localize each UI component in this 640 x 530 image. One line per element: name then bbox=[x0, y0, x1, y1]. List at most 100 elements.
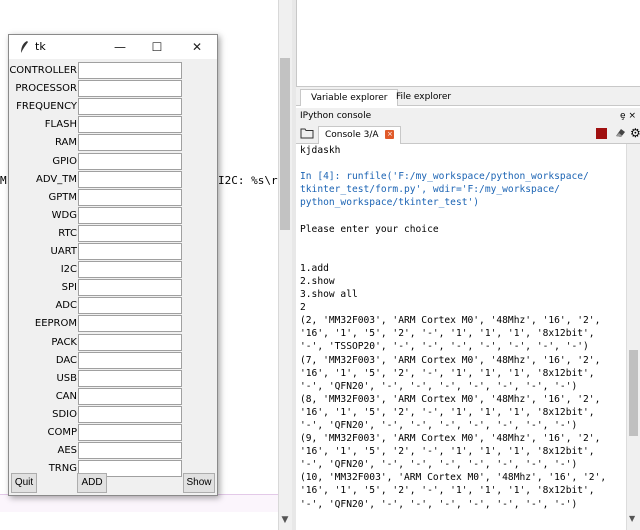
quit-button[interactable]: Quit bbox=[11, 473, 37, 493]
field-input-pack[interactable] bbox=[78, 333, 182, 351]
form-row-adv-tm: ADV_TM bbox=[9, 170, 217, 189]
field-input-dac[interactable] bbox=[78, 351, 182, 369]
tab-variable-explorer[interactable]: Variable explorer bbox=[300, 89, 399, 106]
tk-titlebar[interactable]: tk — ☐ ✕ bbox=[9, 35, 217, 59]
field-label-ram: RAM bbox=[54, 137, 77, 149]
field-label-uart: UART bbox=[50, 246, 78, 257]
field-input-flash[interactable] bbox=[78, 116, 182, 134]
field-input-gptm[interactable] bbox=[78, 188, 182, 206]
field-input-frequency[interactable] bbox=[78, 98, 182, 116]
field-input-adv-tm[interactable] bbox=[78, 170, 182, 188]
minimize-icon[interactable]: — bbox=[110, 38, 130, 56]
field-input-rtc[interactable] bbox=[78, 224, 182, 242]
editor-scrollbar-thumb[interactable] bbox=[280, 58, 290, 230]
field-label-gptm: GPTM bbox=[48, 191, 77, 203]
console-line: '-', 'QFN20', '-', '-', '-', '-', '-', '… bbox=[300, 419, 578, 431]
form-row-rtc: RTC bbox=[9, 224, 217, 243]
console-line: (8, 'MM32F003', 'ARM Cortex M0', '48Mhz'… bbox=[300, 393, 601, 405]
console-line: tkinter_test/form.py', wdir='F:/my_works… bbox=[300, 184, 560, 196]
console-tab-label: Console 3/A bbox=[325, 130, 379, 140]
folder-icon[interactable] bbox=[300, 127, 314, 139]
console-line: '-', 'QFN20', '-', '-', '-', '-', '-', '… bbox=[300, 380, 578, 392]
undock-close-icon[interactable]: ȩ × bbox=[620, 108, 636, 124]
field-label-comp: COMP bbox=[47, 427, 77, 438]
add-button[interactable]: ADD bbox=[77, 473, 107, 493]
field-label-gpio: GPIO bbox=[52, 155, 77, 167]
console-line: Please enter your choice bbox=[300, 223, 439, 235]
close-icon[interactable]: ✕ bbox=[187, 38, 207, 56]
console-line: python_workspace/tkinter_test') bbox=[300, 197, 480, 209]
tk-window: tk — ☐ ✕ CONTROLLER PROCESSOR FREQUENCY FLA… bbox=[8, 34, 218, 496]
show-button[interactable]: Show bbox=[183, 473, 215, 493]
field-input-gpio[interactable] bbox=[78, 152, 182, 170]
form-row-ram: RAM bbox=[9, 134, 217, 152]
field-label-dac: DAC bbox=[55, 354, 77, 366]
field-label-trng: TRNG bbox=[48, 463, 77, 475]
field-label-spi: SPI bbox=[61, 282, 77, 294]
field-label-rtc: RTC bbox=[58, 227, 77, 239]
close-icon[interactable]: × bbox=[385, 130, 395, 139]
field-input-spi[interactable] bbox=[78, 279, 182, 297]
explorer-tab-bar: Variable explorer File explorer bbox=[296, 86, 640, 106]
form-row-frequency: FREQUENCY bbox=[9, 98, 217, 116]
form-row-flash: FLASH bbox=[9, 116, 217, 134]
field-label-pack: PACK bbox=[51, 336, 77, 348]
form-row-controller: CONTROLLER bbox=[9, 62, 217, 80]
console-line: '-', 'QFN20', '-', '-', '-', '-', '-', '… bbox=[300, 498, 578, 510]
field-input-ram[interactable] bbox=[78, 134, 182, 152]
field-input-can[interactable] bbox=[78, 387, 182, 405]
field-label-aes: AES bbox=[57, 445, 77, 457]
editor-code-fragment: I2C: %s\r bbox=[218, 174, 278, 187]
feather-icon bbox=[21, 41, 28, 53]
console-line: In [4]: runfile('F:/my_workspace/python_… bbox=[300, 171, 589, 183]
form-row-aes: AES bbox=[9, 442, 217, 460]
field-label-can: CAN bbox=[55, 390, 77, 402]
console-line: '-', 'TSSOP20', '-', '-', '-', '-', '-',… bbox=[300, 341, 589, 353]
console-line: 3.show all bbox=[300, 289, 358, 301]
field-label-adv-tm: ADV_TM bbox=[36, 173, 77, 185]
console-line: '16', '1', '5', '2', '-', '1', '1', '1',… bbox=[300, 446, 595, 458]
field-label-processor: PROCESSOR bbox=[15, 83, 77, 95]
tab-console-3a[interactable]: Console 3/A × bbox=[318, 126, 402, 144]
gear-icon[interactable]: ⚙ bbox=[630, 126, 640, 140]
console-scrollbar[interactable]: ▼ bbox=[626, 144, 640, 530]
console-line: 2.show bbox=[300, 275, 335, 287]
field-label-sdio: SDIO bbox=[52, 408, 77, 420]
console-scrollbar-thumb[interactable] bbox=[629, 350, 638, 436]
field-input-controller[interactable] bbox=[78, 62, 182, 79]
field-input-aes[interactable] bbox=[78, 442, 182, 460]
eraser-icon[interactable] bbox=[614, 127, 626, 139]
field-input-processor[interactable] bbox=[78, 80, 182, 98]
console-line: '16', '1', '5', '2', '-', '1', '1', '1',… bbox=[300, 367, 595, 379]
stop-icon[interactable] bbox=[596, 128, 607, 139]
console-line: 2 bbox=[300, 302, 306, 314]
maximize-icon[interactable]: ☐ bbox=[147, 38, 167, 56]
console-line: (10, 'MM32F003', 'ARM Cortex M0', '48Mhz… bbox=[300, 472, 607, 484]
form-row-gptm: GPTM bbox=[9, 188, 217, 207]
field-input-sdio[interactable] bbox=[78, 405, 182, 423]
field-input-wdg[interactable] bbox=[78, 206, 182, 224]
field-input-adc[interactable] bbox=[78, 297, 182, 315]
ipython-console-header: IPython console ȩ × bbox=[296, 108, 640, 124]
scroll-down-arrow-icon[interactable]: ▼ bbox=[279, 514, 291, 526]
field-label-adc: ADC bbox=[55, 300, 77, 312]
scroll-down-arrow-icon[interactable]: ▼ bbox=[629, 514, 639, 523]
console-line: (2, 'MM32F003', 'ARM Cortex M0', '48Mhz'… bbox=[300, 315, 601, 327]
field-input-comp[interactable] bbox=[78, 424, 182, 441]
form-row-sdio: SDIO bbox=[9, 405, 217, 424]
form-row-wdg: WDG bbox=[9, 206, 217, 225]
console-output[interactable]: kjdaskh In [4]: runfile('F:/my_workspace/… bbox=[298, 144, 624, 522]
tk-window-title: tk bbox=[35, 40, 46, 53]
field-input-eeprom[interactable] bbox=[78, 315, 182, 333]
field-input-i2c[interactable] bbox=[78, 261, 182, 279]
field-input-usb[interactable] bbox=[78, 369, 182, 387]
console-line: '-', 'QFN20', '-', '-', '-', '-', '-', '… bbox=[300, 459, 578, 471]
tab-file-explorer[interactable]: File explorer bbox=[386, 89, 461, 106]
field-label-controller: CONTROLLER bbox=[9, 65, 77, 76]
form-row-processor: PROCESSOR bbox=[9, 80, 217, 98]
console-line: '16', '1', '5', '2', '-', '1', '1', '1',… bbox=[300, 328, 595, 340]
field-input-uart[interactable] bbox=[78, 243, 182, 260]
